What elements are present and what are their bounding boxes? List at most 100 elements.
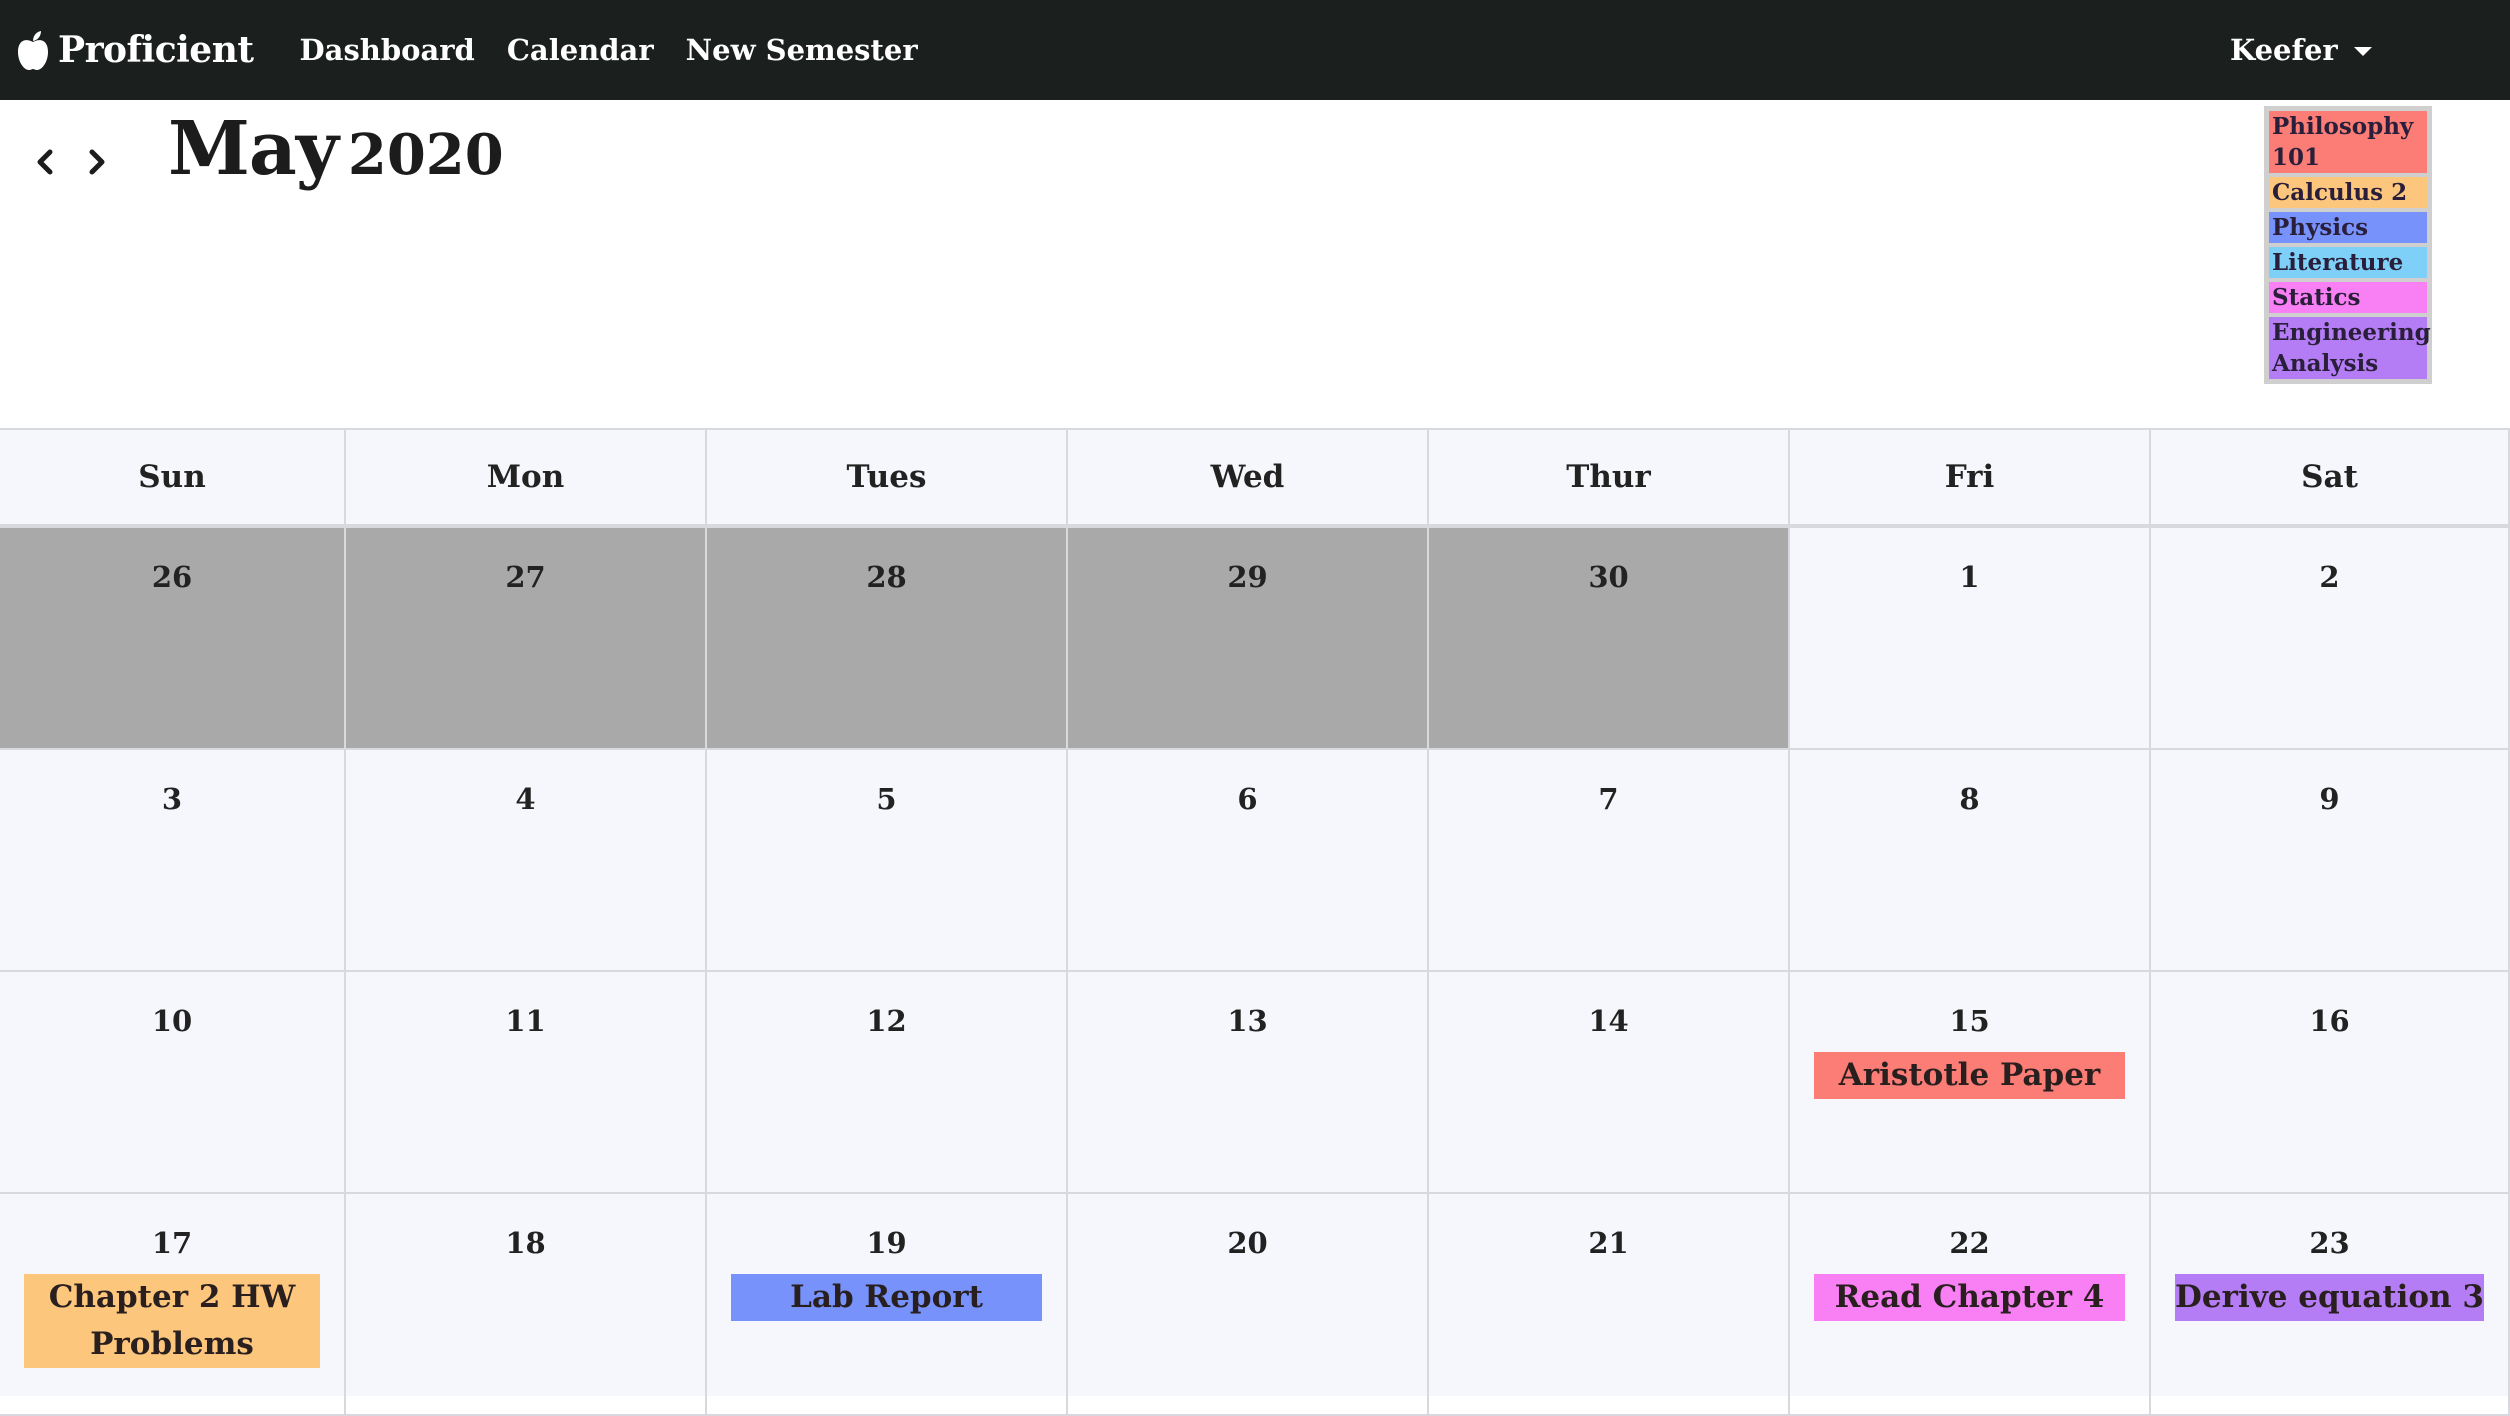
user-dropdown[interactable]: Keefer xyxy=(2230,0,2372,100)
day-cell[interactable]: 15 Aristotle Paper xyxy=(1790,972,2151,1192)
day-number: 22 xyxy=(1949,1226,1990,1260)
day-number: 6 xyxy=(1237,782,1258,816)
weekday-header: Tues xyxy=(707,430,1068,524)
brand-name: Proficient xyxy=(58,29,254,71)
day-cell[interactable]: 2 xyxy=(2151,528,2510,748)
week-row: 17 Chapter 2 HW Problems 18 19 Lab Report 20 2… xyxy=(0,1194,2510,1416)
day-number: 1 xyxy=(1959,560,1980,594)
day-cell[interactable]: 12 xyxy=(707,972,1068,1192)
brand-link[interactable]: Proficient xyxy=(14,28,254,72)
course-legend: Philosophy 101 Calculus 2 Physics Literatur… xyxy=(2264,106,2432,384)
next-month-button[interactable] xyxy=(82,140,112,184)
day-number: 15 xyxy=(1949,1004,1990,1038)
day-number: 3 xyxy=(161,782,183,816)
month-title: May 2020 xyxy=(168,106,504,192)
day-cell-outside-month[interactable]: 28 xyxy=(707,528,1068,748)
weekday-header: Sat xyxy=(2151,430,2510,524)
day-number: 14 xyxy=(1588,1004,1629,1038)
month-name: May xyxy=(168,106,339,192)
day-number: 7 xyxy=(1598,782,1619,816)
week-row: 3 4 5 6 7 8 9 xyxy=(0,750,2510,972)
day-cell[interactable]: 3 xyxy=(0,750,346,970)
day-number: 28 xyxy=(866,560,907,594)
day-number: 26 xyxy=(151,560,193,594)
day-cell-outside-month[interactable]: 26 xyxy=(0,528,346,748)
calendar-grid: Sun Mon Tues Wed Thur Fri Sat 26 27 28 29 30 1 2 3 4 5 6… xyxy=(0,428,2510,1416)
calendar-event[interactable]: Lab Report xyxy=(731,1274,1042,1321)
day-number: 20 xyxy=(1227,1226,1268,1260)
weekday-header-row: Sun Mon Tues Wed Thur Fri Sat xyxy=(0,428,2510,528)
day-cell[interactable]: 21 xyxy=(1429,1194,1790,1414)
day-number: 9 xyxy=(2319,782,2340,816)
user-name: Keefer xyxy=(2230,33,2338,67)
day-cell-outside-month[interactable]: 30 xyxy=(1429,528,1790,748)
day-number: 29 xyxy=(1227,560,1268,594)
caret-down-icon xyxy=(2353,46,2372,56)
day-cell[interactable]: 4 xyxy=(346,750,707,970)
day-cell[interactable]: 19 Lab Report xyxy=(707,1194,1068,1414)
weekday-header: Sun xyxy=(0,430,346,524)
nav-link-new-semester[interactable]: New Semester xyxy=(686,33,918,67)
legend-item[interactable]: Philosophy 101 xyxy=(2269,111,2427,173)
nav-link-calendar[interactable]: Calendar xyxy=(507,33,654,67)
nav-links: Dashboard Calendar New Semester xyxy=(300,33,950,67)
day-cell[interactable]: 11 xyxy=(346,972,707,1192)
day-number: 13 xyxy=(1227,1004,1268,1038)
week-row: 10 11 12 13 14 15 Aristotle Paper 16 xyxy=(0,972,2510,1194)
chevron-right-icon xyxy=(89,149,105,175)
weekday-header: Fri xyxy=(1790,430,2151,524)
day-cell[interactable]: 13 xyxy=(1068,972,1429,1192)
prev-month-button[interactable] xyxy=(30,140,60,184)
month-navigation xyxy=(30,140,112,184)
legend-item[interactable]: Literature xyxy=(2269,247,2427,278)
day-number: 5 xyxy=(876,782,897,816)
day-cell[interactable]: 5 xyxy=(707,750,1068,970)
weekday-header: Thur xyxy=(1429,430,1790,524)
day-number: 10 xyxy=(151,1004,193,1038)
day-number: 12 xyxy=(866,1004,907,1038)
top-navbar: Proficient Dashboard Calendar New Semest… xyxy=(0,0,2510,100)
calendar-event[interactable]: Aristotle Paper xyxy=(1814,1052,2125,1099)
day-number: 4 xyxy=(515,782,536,816)
day-cell[interactable]: 10 xyxy=(0,972,346,1192)
day-number: 8 xyxy=(1959,782,1980,816)
legend-item[interactable]: Physics xyxy=(2269,212,2427,243)
day-cell[interactable]: 1 xyxy=(1790,528,2151,748)
day-cell[interactable]: 7 xyxy=(1429,750,1790,970)
week-row: 26 27 28 29 30 1 2 xyxy=(0,528,2510,750)
day-number: 30 xyxy=(1588,560,1629,594)
day-number: 21 xyxy=(1588,1226,1629,1260)
nav-link-dashboard[interactable]: Dashboard xyxy=(300,33,475,67)
day-cell[interactable]: 18 xyxy=(346,1194,707,1414)
day-cell[interactable]: 8 xyxy=(1790,750,2151,970)
chevron-left-icon xyxy=(37,149,53,175)
legend-item[interactable]: Engineering Analysis xyxy=(2269,317,2431,379)
day-cell-outside-month[interactable]: 27 xyxy=(346,528,707,748)
day-number: 11 xyxy=(505,1004,546,1038)
day-number: 17 xyxy=(151,1226,193,1260)
day-cell[interactable]: 9 xyxy=(2151,750,2510,970)
day-cell[interactable]: 22 Read Chapter 4 xyxy=(1790,1194,2151,1414)
day-cell[interactable]: 16 xyxy=(2151,972,2510,1192)
day-cell[interactable]: 17 Chapter 2 HW Problems xyxy=(0,1194,346,1414)
weekday-header: Mon xyxy=(346,430,707,524)
day-cell[interactable]: 20 xyxy=(1068,1194,1429,1414)
weekday-header: Wed xyxy=(1068,430,1429,524)
day-cell[interactable]: 23 Derive equation 3 xyxy=(2151,1194,2510,1414)
calendar-event[interactable]: Derive equation 3 xyxy=(2175,1274,2484,1321)
day-number: 16 xyxy=(2309,1004,2350,1038)
apple-logo-icon xyxy=(18,31,48,70)
calendar-event[interactable]: Chapter 2 HW Problems xyxy=(24,1274,320,1368)
day-cell[interactable]: 14 xyxy=(1429,972,1790,1192)
day-cell-outside-month[interactable]: 29 xyxy=(1068,528,1429,748)
day-cell[interactable]: 6 xyxy=(1068,750,1429,970)
legend-item[interactable]: Calculus 2 xyxy=(2269,177,2427,208)
day-number: 27 xyxy=(505,560,546,594)
day-number: 2 xyxy=(2319,560,2340,594)
day-number: 18 xyxy=(505,1226,546,1260)
day-number: 19 xyxy=(866,1226,907,1260)
year-name: 2020 xyxy=(347,122,504,188)
day-number: 23 xyxy=(2309,1226,2350,1260)
calendar-event[interactable]: Read Chapter 4 xyxy=(1814,1274,2125,1321)
legend-item[interactable]: Statics xyxy=(2269,282,2427,313)
